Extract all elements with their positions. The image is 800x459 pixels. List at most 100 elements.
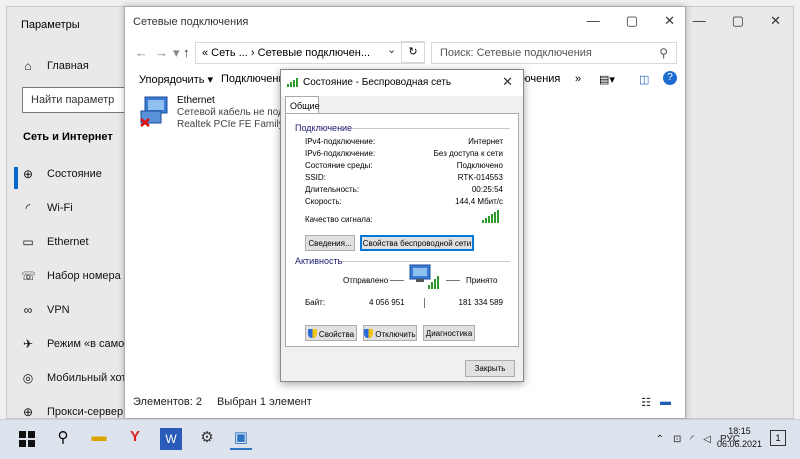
- close-button[interactable]: Закрыть: [465, 360, 515, 377]
- nav-wifi[interactable]: ◜ Wi-Fi: [21, 201, 73, 215]
- nav-status[interactable]: ⊕ Состояние: [21, 167, 102, 181]
- details-view-icon[interactable]: ☷: [641, 396, 651, 409]
- bytes-divider: [424, 298, 425, 308]
- explorer-titlebar: Сетевые подключения — ▢ ✕: [125, 7, 685, 37]
- row-signal: Качество сигнала:: [305, 215, 503, 227]
- row-duration: Длительность: 00:25:54: [305, 185, 503, 197]
- nav-vpn[interactable]: ∞ VPN: [21, 303, 70, 317]
- general-panel: Подключение IPv4-подключение: Интернет I…: [285, 113, 519, 347]
- address-dropdown-icon[interactable]: ⌄: [387, 43, 396, 56]
- disable-label: Отключить: [375, 330, 416, 339]
- dialog-title: Состояние - Беспроводная сеть: [303, 77, 452, 88]
- minimize-icon[interactable]: —: [587, 13, 600, 29]
- wifi-tray-icon[interactable]: ◜: [690, 434, 694, 445]
- forward-arrow-icon[interactable]: →: [155, 45, 168, 60]
- settings-gear-icon[interactable]: ⚙: [196, 428, 218, 450]
- search-icon[interactable]: ⚲: [52, 428, 74, 450]
- settings-search-input[interactable]: Найти параметр: [22, 87, 130, 113]
- nav-home-label: Главная: [47, 60, 89, 72]
- back-arrow-icon[interactable]: ←: [135, 45, 148, 60]
- bytes-sent: 4 056 951: [369, 298, 405, 307]
- dialup-icon: ☏: [21, 269, 37, 283]
- items-count: Элементов: 2: [133, 396, 202, 408]
- diagnose-button[interactable]: Диагностика: [423, 325, 475, 341]
- recent-chevron-icon[interactable]: ▾: [173, 45, 180, 61]
- ethernet-name: Ethernet: [177, 95, 215, 106]
- close-icon[interactable]: ✕: [502, 74, 513, 90]
- row-media-state: Состояние среды: Подключено: [305, 161, 503, 173]
- sent-line: [390, 280, 404, 281]
- section-title: Сеть и Интернет: [23, 131, 113, 143]
- network-connections-icon[interactable]: ▣: [230, 428, 252, 450]
- row-ipv4: IPv4-подключение: Интернет: [305, 137, 503, 149]
- address-row: ← → ▾ ↑ « Сеть ... › Сетевые подключен..…: [125, 38, 685, 66]
- signal-strength-icon: [482, 210, 499, 223]
- row-label: Качество сигнала:: [305, 215, 373, 224]
- notification-center-icon[interactable]: 1: [770, 430, 786, 446]
- yandex-browser-icon[interactable]: Y: [124, 428, 146, 450]
- tiles-view-icon[interactable]: ▬: [660, 396, 671, 408]
- nav-home[interactable]: ⌂ Главная: [21, 59, 89, 73]
- nav-label: VPN: [47, 304, 70, 316]
- up-arrow-icon[interactable]: ↑: [183, 45, 190, 60]
- wireless-status-dialog: Состояние - Беспроводная сеть ✕ Общие По…: [280, 69, 524, 382]
- search-icon: ⚲: [659, 46, 668, 60]
- ethernet-adapter-item[interactable]: Ethernet Сетевой кабель не подключен Rea…: [139, 95, 287, 134]
- selected-indicator: [14, 167, 18, 189]
- volume-icon[interactable]: ◁: [703, 434, 711, 445]
- nav-dialup[interactable]: ☏ Набор номера: [21, 269, 121, 283]
- row-label: Длительность:: [305, 185, 360, 194]
- row-value: Подключено: [456, 161, 503, 170]
- vpn-icon: ∞: [23, 303, 33, 317]
- row-value: RTK-014553: [457, 173, 503, 182]
- proxy-globe-icon: ⊕: [22, 405, 34, 419]
- minimize-icon[interactable]: —: [693, 13, 706, 29]
- row-value: Интернет: [468, 137, 503, 146]
- explorer-search-input[interactable]: Поиск: Сетевые подключения ⚲: [431, 42, 677, 64]
- ethernet-status: Сетевой кабель не подключен: [177, 107, 287, 118]
- wifi-icon: ◜: [25, 201, 31, 215]
- more-commands-button[interactable]: »: [575, 73, 581, 85]
- maximize-icon[interactable]: ▢: [732, 13, 744, 29]
- file-explorer-icon[interactable]: ▬: [88, 428, 110, 450]
- close-icon[interactable]: ✕: [664, 13, 675, 29]
- refresh-icon[interactable]: ↻: [401, 41, 425, 63]
- disable-button[interactable]: Отключить: [363, 325, 417, 341]
- airplane-icon: ✈: [22, 337, 34, 351]
- ethernet-icon: ▭: [22, 235, 34, 249]
- nav-label: Ethernet: [47, 236, 89, 248]
- taskbar: ⚲ ▬ Y W ⚙ ▣ ⌃ ⊡ ◜ ◁ РУС 18:15 06.06.2021…: [0, 419, 800, 459]
- received-label: Принято: [466, 276, 498, 285]
- wireless-properties-button[interactable]: Свойства беспроводной сети: [360, 235, 474, 251]
- properties-label: Свойства: [318, 330, 355, 339]
- preview-pane-icon[interactable]: ◫: [639, 73, 649, 86]
- windows-logo-icon: [19, 431, 35, 447]
- bytes-label: Байт:: [305, 298, 326, 307]
- chevron-up-icon[interactable]: ⌃: [656, 434, 664, 445]
- clock-date: 06.06.2021: [716, 439, 762, 449]
- nav-proxy[interactable]: ⊕ Прокси-сервер: [21, 405, 123, 419]
- row-value: 00:25:54: [471, 185, 503, 194]
- explorer-statusbar: Элементов: 2 Выбран 1 элемент ☷ ▬: [133, 396, 677, 412]
- row-value: Без доступа к сети: [433, 149, 503, 158]
- connection-group-label: Подключение: [295, 123, 353, 133]
- network-tray-icon[interactable]: ⊡: [673, 434, 681, 445]
- change-view-icon[interactable]: ▤▾: [599, 73, 615, 86]
- tab-general[interactable]: Общие: [285, 96, 320, 114]
- nav-label: Прокси-сервер: [47, 406, 124, 418]
- maximize-icon[interactable]: ▢: [626, 13, 638, 29]
- nav-ethernet[interactable]: ▭ Ethernet: [21, 235, 89, 249]
- organize-button[interactable]: Упорядочить ▾: [139, 73, 213, 86]
- word-icon[interactable]: W: [160, 428, 182, 450]
- row-label: SSID:: [305, 173, 326, 182]
- details-button[interactable]: Сведения...: [305, 235, 355, 251]
- properties-button[interactable]: Свойства: [305, 325, 357, 341]
- start-windows-icon[interactable]: [16, 428, 38, 450]
- clock[interactable]: 18:15 06.06.2021: [717, 425, 762, 451]
- row-ipv6: IPv6-подключение: Без доступа к сети: [305, 149, 503, 161]
- globe-icon: ⊕: [22, 167, 34, 181]
- shield-icon: [307, 329, 317, 338]
- row-label: Состояние среды:: [305, 161, 373, 170]
- close-icon[interactable]: ✕: [770, 13, 781, 29]
- help-icon[interactable]: ?: [663, 71, 677, 85]
